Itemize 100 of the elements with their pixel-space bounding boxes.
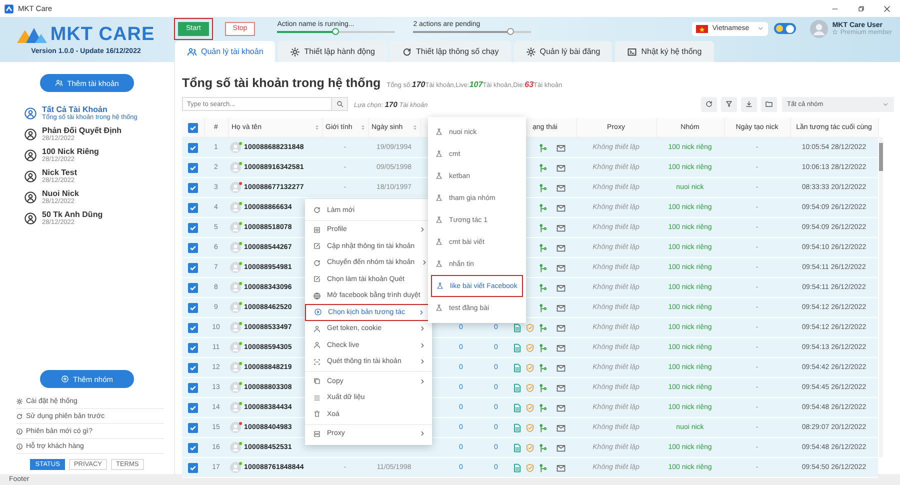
download-button[interactable] <box>741 96 757 112</box>
chevron-right-icon <box>420 259 428 266</box>
flask-icon <box>435 260 443 268</box>
download-icon <box>745 100 753 108</box>
mail-icon <box>556 322 566 332</box>
app-icon <box>4 4 14 14</box>
checkbox[interactable] <box>188 442 198 452</box>
flask-icon <box>435 216 443 224</box>
checkbox[interactable] <box>188 362 198 372</box>
refresh-button[interactable] <box>701 96 717 112</box>
mail-icon <box>556 422 566 432</box>
mail-icon <box>556 142 566 152</box>
tab[interactable]: Quản lý bài đăng <box>514 41 612 62</box>
mail-icon <box>556 402 566 412</box>
globe-icon <box>313 292 321 300</box>
shield-icon <box>525 322 535 332</box>
network-icon <box>538 362 548 372</box>
checkbox[interactable] <box>188 142 198 152</box>
refresh-icon <box>313 206 321 214</box>
checkbox[interactable] <box>188 162 198 172</box>
star-icon <box>832 29 838 35</box>
tab[interactable]: Nhật ký hệ thống <box>615 41 714 62</box>
shield-icon <box>525 442 535 452</box>
flask-icon <box>435 194 443 202</box>
flag-icon <box>696 24 708 32</box>
checkbox[interactable] <box>188 242 198 252</box>
flask-icon <box>435 172 443 180</box>
chevron-down-icon <box>882 100 889 108</box>
mail-icon <box>556 442 566 452</box>
copy-icon <box>313 377 321 386</box>
chevron-right-icon <box>418 308 425 316</box>
users-icon <box>55 79 64 87</box>
document-icon <box>512 342 522 352</box>
shield-icon <box>525 402 535 412</box>
window-icon <box>313 226 321 234</box>
folder-button[interactable] <box>761 96 777 112</box>
close-icon <box>883 4 891 12</box>
network-icon <box>538 322 548 332</box>
mail-icon <box>556 302 566 312</box>
document-icon <box>512 462 522 472</box>
network-icon <box>538 282 548 292</box>
checkbox[interactable] <box>188 282 198 292</box>
shield-icon <box>525 422 535 432</box>
network-icon <box>538 422 548 432</box>
brand-name: MKT CARE <box>50 24 155 46</box>
checkbox[interactable] <box>188 222 198 232</box>
network-icon <box>538 442 548 452</box>
mail-icon <box>556 182 566 192</box>
slider-thumb[interactable] <box>507 28 514 34</box>
refresh-icon <box>705 100 713 108</box>
search-icon <box>336 100 344 108</box>
checkbox[interactable] <box>188 422 198 432</box>
mail-icon <box>556 202 566 212</box>
checkbox[interactable] <box>188 322 198 332</box>
tab[interactable]: Thiết lập hành động <box>278 41 387 62</box>
checkbox[interactable] <box>188 382 198 392</box>
flask-icon <box>435 304 443 312</box>
scan-icon <box>313 358 321 366</box>
filter-button[interactable] <box>721 96 737 112</box>
chevron-right-icon <box>419 378 426 385</box>
slider-thumb[interactable] <box>332 28 340 34</box>
tab[interactable]: Thiết lập thông số chạy <box>390 41 511 62</box>
checkbox[interactable] <box>188 402 198 412</box>
theme-toggle[interactable] <box>774 23 796 34</box>
chevron-right-icon <box>419 226 426 234</box>
checkbox[interactable] <box>188 462 198 472</box>
flask-icon <box>435 238 443 246</box>
checkbox[interactable] <box>188 202 198 212</box>
document-icon <box>512 422 522 432</box>
user-icon <box>313 341 321 350</box>
edit-icon <box>313 242 321 250</box>
checkbox[interactable] <box>188 302 198 312</box>
network-icon <box>538 382 548 392</box>
info-icon <box>16 428 23 434</box>
chevron-right-icon <box>419 325 426 332</box>
document-icon <box>512 362 522 372</box>
flask-icon <box>436 282 444 290</box>
folder-icon <box>765 100 773 108</box>
search-button[interactable] <box>332 97 348 111</box>
shield-icon <box>525 342 535 352</box>
mail-icon <box>556 382 566 392</box>
logo-icon <box>17 26 48 44</box>
flask-icon <box>435 150 443 158</box>
shield-icon <box>525 382 535 392</box>
chevron-down-icon <box>757 25 764 32</box>
avatar <box>810 20 828 38</box>
checkbox[interactable] <box>188 122 198 132</box>
network-icon <box>538 302 548 312</box>
terminal-icon <box>627 46 638 56</box>
mail-icon <box>556 222 566 232</box>
edit-icon <box>313 275 321 284</box>
checkbox[interactable] <box>188 342 198 352</box>
checkbox[interactable] <box>188 262 198 272</box>
network-icon <box>538 242 548 252</box>
page-title: Tổng số tài khoản trong hệ thống <box>182 76 381 90</box>
network-icon <box>538 162 548 172</box>
checkbox[interactable] <box>188 182 198 192</box>
document-icon <box>512 442 522 452</box>
server-icon <box>313 430 321 438</box>
tab[interactable]: Quản lý tài khoản <box>175 41 276 62</box>
